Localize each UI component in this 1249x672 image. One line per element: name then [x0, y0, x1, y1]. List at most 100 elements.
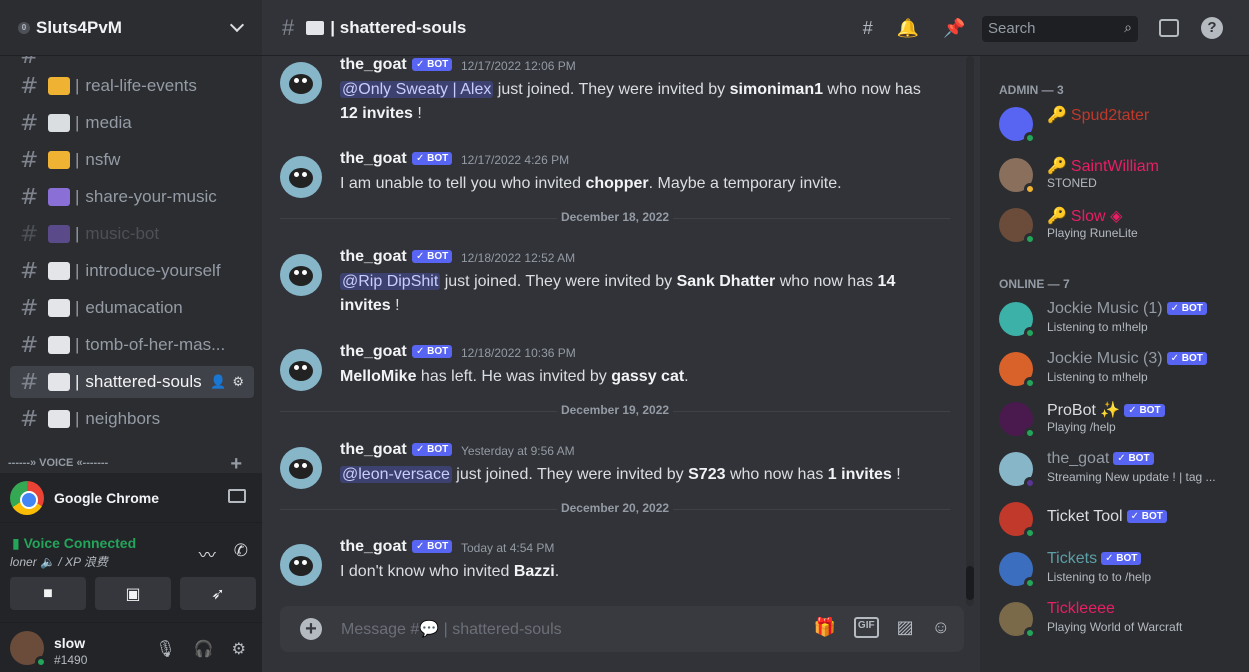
- gear-icon[interactable]: ⚙: [232, 374, 244, 390]
- voice-category[interactable]: ------» VOICE «------- +: [0, 453, 262, 475]
- avatar[interactable]: [280, 156, 322, 198]
- message-input[interactable]: Message #💬 | shattered-souls: [341, 619, 562, 639]
- avatar[interactable]: [280, 254, 322, 296]
- key-icon: 🔑: [1047, 107, 1067, 124]
- sheep-avatar-icon: [289, 361, 313, 381]
- message-author[interactable]: the_goat: [340, 150, 407, 168]
- hash-locked-icon: #: [20, 406, 39, 432]
- message-scrollbar[interactable]: [966, 56, 974, 606]
- search-input[interactable]: Search ⌕: [982, 16, 1138, 42]
- activity-button[interactable]: ➶: [180, 577, 256, 610]
- member-item[interactable]: 🔑 Spud2tater: [980, 101, 1249, 145]
- voice-channel-info[interactable]: loner 🔈 / XP 浪费: [10, 553, 108, 570]
- bot-badge: ✓ BOT: [1101, 552, 1142, 565]
- channel-share-your-music[interactable]: # | share-your-music: [10, 181, 254, 213]
- channel-nsfw[interactable]: # | nsfw: [10, 144, 254, 176]
- channel-introduce-yourself[interactable]: # | introduce-yourself: [10, 255, 254, 287]
- message-author[interactable]: the_goat: [340, 441, 407, 459]
- voice-category-label: ------» VOICE «-------: [8, 457, 109, 469]
- message-author[interactable]: the_goat: [340, 343, 407, 361]
- hash-locked-icon: #: [20, 369, 39, 395]
- screen-share-button[interactable]: ▣: [95, 577, 171, 610]
- message-body: I am unable to tell you who invited chop…: [340, 175, 842, 192]
- member-item[interactable]: the_goat ✓ BOT Streaming New update ! | t…: [980, 446, 1249, 490]
- message-body: I don't know who invited Bazzi.: [340, 563, 560, 580]
- message-author[interactable]: the_goat: [340, 538, 407, 556]
- message-composer[interactable]: + Message #💬 | shattered-souls 🎁 GIF ▨ ☺: [280, 606, 964, 652]
- channel-shattered-souls[interactable]: # | shattered-souls 👤 ⚙: [10, 366, 254, 398]
- member-name: Jockie Music (1) ✓ BOT: [1047, 300, 1207, 318]
- bot-badge: ✓ BOT: [412, 443, 453, 456]
- video-button[interactable]: ■: [10, 577, 86, 610]
- sticker-icon[interactable]: ▨: [897, 617, 914, 638]
- hash-icon: #: [20, 221, 39, 247]
- member-item[interactable]: 🔑 Slow ◈ Playing RuneLite: [980, 202, 1249, 246]
- date-divider: December 18, 2022: [280, 210, 950, 224]
- member-status: Listening to to /help: [1047, 570, 1152, 584]
- noise-suppression-icon[interactable]: 〰: [199, 541, 216, 566]
- message-author[interactable]: the_goat: [340, 248, 407, 266]
- member-item[interactable]: Tickets ✓ BOT Listening to to /help: [980, 546, 1249, 590]
- speech-bubble-icon: [306, 20, 325, 35]
- screen-share-icon: ▣: [125, 585, 141, 603]
- disconnect-icon[interactable]: ✆: [234, 541, 248, 566]
- add-attachment-icon[interactable]: +: [300, 618, 322, 640]
- bell-icon[interactable]: 🔔: [897, 18, 919, 39]
- member-item[interactable]: 🔑 SaintWilliam STONED: [980, 152, 1249, 196]
- member-item[interactable]: Ticket Tool ✓ BOT: [980, 496, 1249, 540]
- avatar[interactable]: [280, 447, 322, 489]
- gif-icon[interactable]: GIF: [853, 617, 879, 638]
- headphones-icon[interactable]: 🎧: [194, 639, 214, 659]
- avatar[interactable]: [280, 62, 322, 104]
- gear-icon[interactable]: ⚙: [232, 639, 246, 659]
- member-name: 🔑 SaintWilliam: [1047, 158, 1159, 175]
- member-name: Ticket Tool ✓ BOT: [1047, 508, 1167, 526]
- user-mention[interactable]: @leon-versace: [340, 466, 452, 483]
- avatar[interactable]: [280, 349, 322, 391]
- microphone-icon[interactable]: 🎙: [155, 639, 175, 659]
- channel-neighbors[interactable]: # | neighbors: [10, 403, 254, 435]
- user-mention[interactable]: @Rip DipShit: [340, 273, 441, 290]
- message-author[interactable]: the_goat: [340, 56, 407, 74]
- chevron-down-icon[interactable]: [229, 17, 245, 33]
- help-icon[interactable]: ?: [1201, 17, 1223, 39]
- scrollbar-thumb[interactable]: [966, 566, 974, 600]
- user-mention[interactable]: @Only Sweaty | Alex: [340, 81, 494, 98]
- server-name: Sluts4PvM: [36, 17, 122, 37]
- channel-partial[interactable]: #: [10, 56, 254, 69]
- threads-icon[interactable]: #: [863, 18, 873, 39]
- search-icon: ⌕: [1124, 19, 1132, 35]
- voice-status[interactable]: ▮ Voice Connected: [12, 535, 136, 552]
- emoji-icon[interactable]: ☺: [932, 617, 950, 638]
- member-item[interactable]: Jockie Music (1) ✓ BOT Listening to m!hel…: [980, 296, 1249, 340]
- channel-tomb-of-her-mas[interactable]: # | tomb-of-her-mas...: [10, 329, 254, 361]
- member-item[interactable]: Tickleeee Playing World of Warcraft: [980, 596, 1249, 640]
- hash-icon: #: [20, 184, 39, 210]
- date-divider: December 19, 2022: [280, 403, 950, 417]
- channel-label: share-your-music: [85, 187, 217, 206]
- member-item[interactable]: ProBot ✨ ✓ BOT Playing /help: [980, 396, 1249, 440]
- hash-icon: #: [20, 56, 39, 69]
- inbox-icon[interactable]: [1159, 19, 1179, 37]
- bot-badge: ✓ BOT: [1166, 302, 1207, 315]
- avatar: [999, 552, 1036, 589]
- user-name: slow: [54, 635, 86, 651]
- channel-music-bot[interactable]: # | music-bot: [10, 218, 254, 250]
- server-header[interactable]: 0 Sluts4PvM: [0, 0, 262, 56]
- avatar: [999, 502, 1036, 539]
- message-time: 12/17/2022 4:26 PM: [461, 153, 570, 167]
- channel-edumacation[interactable]: # | edumacation: [10, 292, 254, 324]
- invite-icon[interactable]: 👤: [210, 374, 226, 390]
- screen-share-icon[interactable]: [228, 489, 246, 503]
- bot-badge: ✓ BOT: [412, 250, 453, 263]
- avatar[interactable]: [10, 631, 47, 668]
- message-body: @Rip DipShit just joined. They were invi…: [340, 273, 896, 314]
- channel-media[interactable]: # | media: [10, 107, 254, 139]
- member-item[interactable]: Jockie Music (3) ✓ BOT Listening to m!hel…: [980, 346, 1249, 390]
- pin-icon[interactable]: 📌: [943, 18, 965, 39]
- user-panel: slow #1490 🎙 🎧 ⚙: [0, 623, 262, 672]
- avatar[interactable]: [280, 544, 322, 586]
- gift-icon[interactable]: 🎁: [814, 617, 836, 638]
- avatar: [999, 208, 1036, 245]
- channel-real-life-events[interactable]: # | real-life-events: [10, 70, 254, 102]
